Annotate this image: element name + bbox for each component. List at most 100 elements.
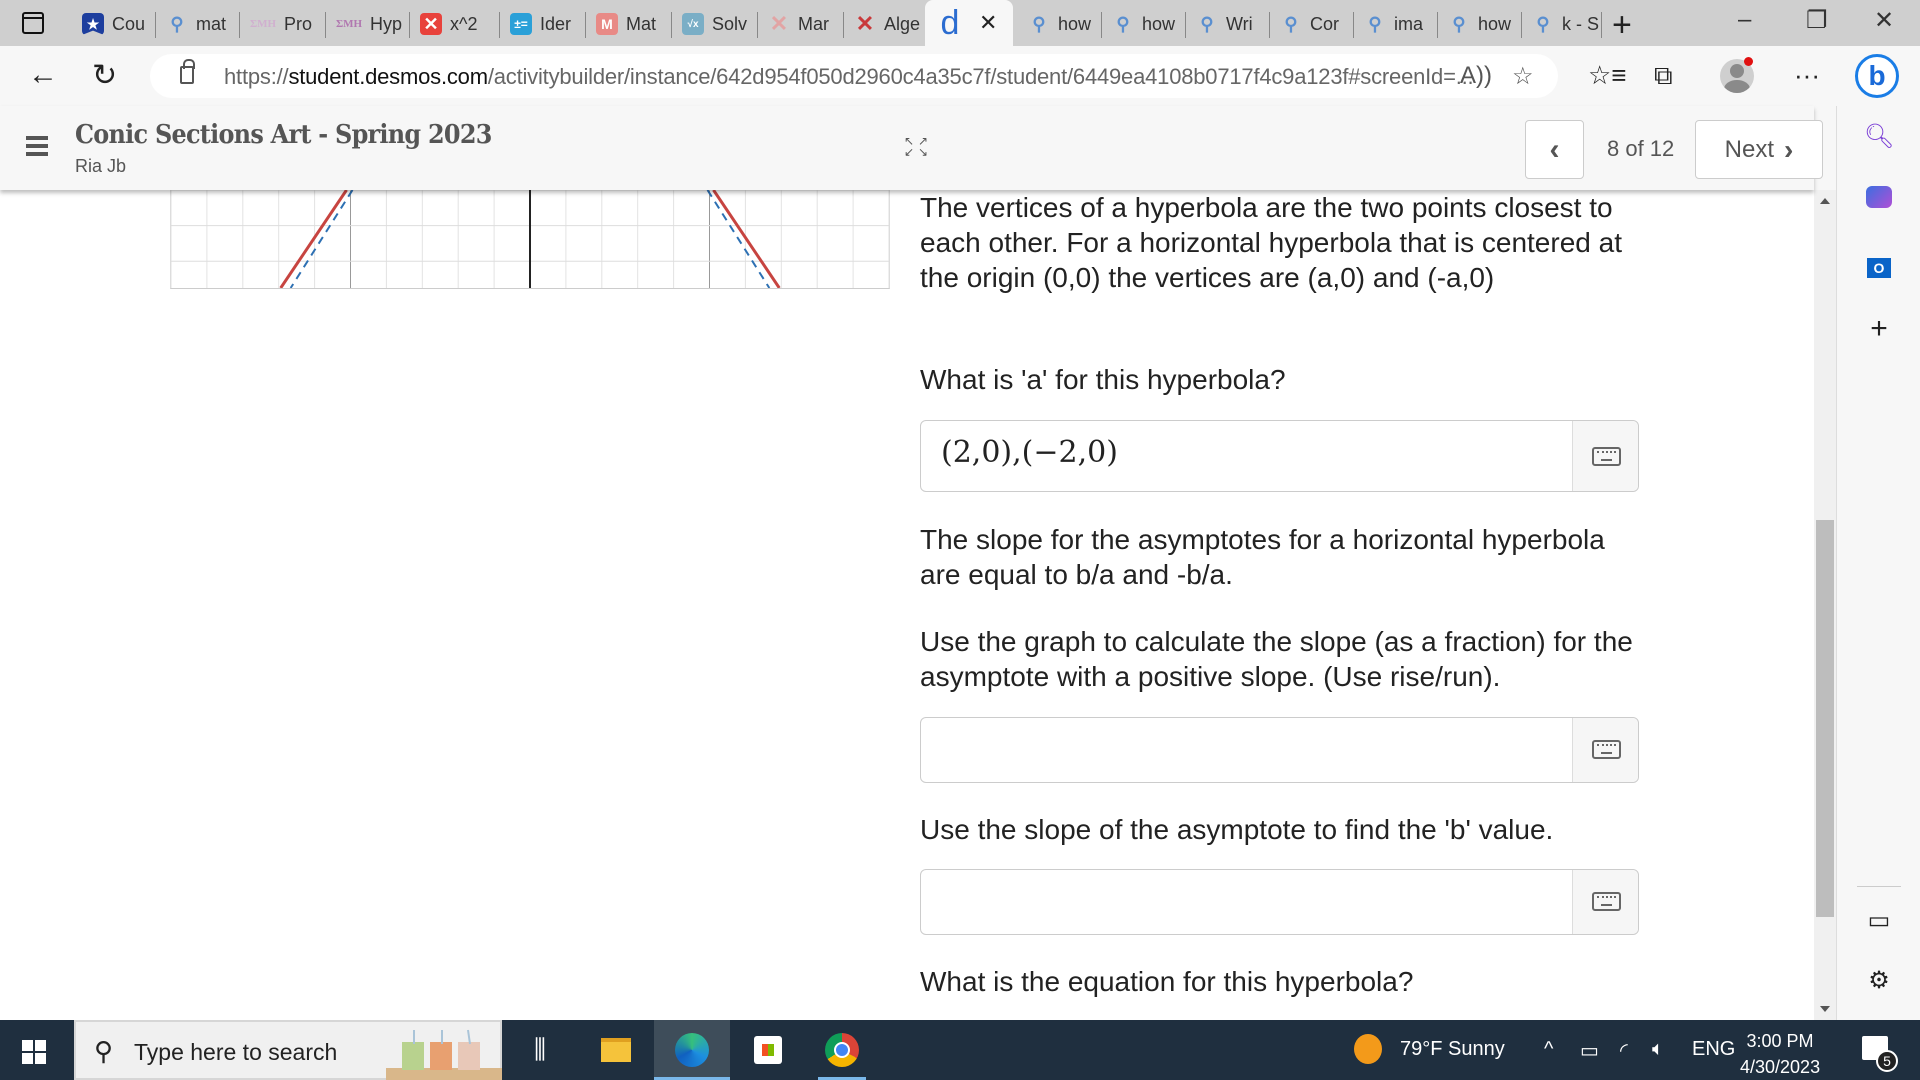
add-favorite-icon[interactable]: ☆ xyxy=(1512,62,1534,91)
sidebar-divider xyxy=(1857,886,1901,887)
tab-actions-icon[interactable] xyxy=(22,12,44,34)
answer-a-input[interactable]: (2,0),(−2,0) xyxy=(920,420,1639,492)
task-view-icon[interactable]: ⫼ xyxy=(502,1020,578,1080)
red-x-icon: ✕ xyxy=(420,13,442,35)
add-sidebar-app-button[interactable]: + xyxy=(1837,312,1920,346)
browser-tab[interactable]: ΣMH Pro xyxy=(240,8,326,40)
keyboard-icon xyxy=(1592,892,1621,911)
browser-tab[interactable]: ±= Ider xyxy=(500,8,586,40)
page-indicator: 8 of 12 xyxy=(1607,136,1675,161)
graph-canvas xyxy=(170,190,890,289)
fullscreen-icon[interactable]: ↖↗ ↙↘ xyxy=(904,135,930,160)
tab-label: Alge xyxy=(884,13,921,34)
refresh-icon[interactable]: ↻ xyxy=(92,58,117,93)
hyperbola-graph[interactable] xyxy=(170,190,890,289)
imh-icon: ΣMH xyxy=(249,18,277,30)
browser-toolbar: ← ↻ https://student.desmos.com/activityb… xyxy=(0,46,1920,106)
activity-header: Conic Sections Art - Spring 2023 Ria Jb … xyxy=(0,106,1823,190)
question-b-value: Use the slope of the asymptote to find t… xyxy=(920,814,1554,845)
search-icon: ⚲ xyxy=(1032,13,1046,34)
office-icon[interactable] xyxy=(1837,186,1920,215)
file-explorer-icon[interactable] xyxy=(578,1020,654,1080)
tab-label: Mat xyxy=(626,13,657,34)
weather-icon[interactable] xyxy=(1354,1034,1382,1070)
search-icon: ⚲ xyxy=(170,13,184,34)
browser-tab[interactable]: ✕ Alge xyxy=(844,8,924,40)
bing-chat-icon[interactable]: b xyxy=(1855,54,1899,98)
search-icon: ⚲ xyxy=(1452,13,1466,34)
keyboard-toggle-button[interactable] xyxy=(1572,421,1638,491)
menu-icon[interactable] xyxy=(26,136,48,156)
scroll-up-arrow[interactable] xyxy=(1820,198,1830,204)
browser-tab[interactable]: M Mat xyxy=(586,8,672,40)
browser-tab[interactable]: ✕ x^2 xyxy=(410,8,500,40)
browser-tab[interactable]: √x Solv xyxy=(672,8,758,40)
desmos-x-icon: ✕ xyxy=(769,11,789,36)
clock-date: 4/30/2023 xyxy=(1740,1057,1821,1077)
tab-label: x^2 xyxy=(450,13,478,34)
scroll-down-arrow[interactable] xyxy=(1820,1006,1830,1012)
search-icon: ⚲ xyxy=(1116,13,1130,34)
url-text[interactable]: https://student.desmos.com/activitybuild… xyxy=(224,64,1474,90)
wifi-icon[interactable]: ◜ xyxy=(1620,1038,1628,1063)
search-icon[interactable]: 🔍︎ xyxy=(1837,122,1920,151)
browser-tab[interactable]: ⚲ Cor xyxy=(1270,8,1354,40)
minimize-button[interactable]: – xyxy=(1738,6,1751,34)
new-tab-button[interactable]: + xyxy=(1612,6,1632,45)
maximize-button[interactable]: ❐ xyxy=(1806,6,1828,35)
keyboard-toggle-button[interactable] xyxy=(1572,718,1638,782)
active-tab-desmos[interactable]: d ✕ xyxy=(925,0,1013,46)
taskbar-clock[interactable]: 3:00 PM 4/30/2023 xyxy=(1740,1028,1820,1080)
answer-slope-input[interactable] xyxy=(920,717,1639,783)
tab-label: ima xyxy=(1394,13,1424,34)
activity-title: Conic Sections Art - Spring 2023 xyxy=(75,120,492,150)
scroll-thumb[interactable] xyxy=(1816,520,1834,917)
previous-screen-button[interactable]: ‹ xyxy=(1525,120,1584,179)
tab-label: Solv xyxy=(712,13,748,34)
tab-label: how xyxy=(1142,13,1176,34)
collections-icon[interactable]: ⧉ xyxy=(1654,60,1673,92)
favorites-icon[interactable]: ☆≡ xyxy=(1588,60,1626,91)
edge-sidebar: 🔍︎ O + ▭ ⚙ xyxy=(1836,106,1920,1020)
search-icon: ⚲ xyxy=(1200,13,1214,34)
windows-start-icon[interactable] xyxy=(22,1040,46,1064)
page-scrollbar[interactable] xyxy=(1814,190,1836,1020)
lock-icon[interactable] xyxy=(180,59,195,84)
battery-icon[interactable]: ▭ xyxy=(1580,1038,1599,1063)
weather-text[interactable]: 79°F Sunny xyxy=(1400,1038,1505,1061)
browser-tab[interactable]: ✕ Mar xyxy=(758,8,844,40)
volume-icon[interactable]: 🔈︎ xyxy=(1652,1038,1664,1061)
outlook-icon[interactable]: O xyxy=(1837,252,1920,280)
search-placeholder: Type here to search xyxy=(134,1039,338,1065)
back-arrow-icon[interactable]: ← xyxy=(28,58,58,92)
browser-tab[interactable]: ⚲ how xyxy=(1018,8,1102,40)
answer-b-input[interactable] xyxy=(920,869,1639,935)
more-menu-icon[interactable]: ··· xyxy=(1794,60,1820,91)
browser-tab[interactable]: ★ Cou xyxy=(72,8,156,40)
next-screen-button[interactable]: Next › xyxy=(1695,120,1823,179)
chrome-icon[interactable] xyxy=(804,1020,880,1080)
browser-tab[interactable]: ⚲ Wri xyxy=(1186,8,1270,40)
vertices-explanation: The vertices of a hyperbola are the two … xyxy=(920,192,1622,293)
answer-a-value: (2,0),(−2,0) xyxy=(941,435,1118,470)
tab-label: k - S xyxy=(1562,13,1600,34)
desmos-d-icon: d xyxy=(940,3,960,42)
show-hidden-icons[interactable]: ^ xyxy=(1544,1038,1553,1061)
taskbar-search[interactable]: ⚲ Type here to search xyxy=(74,1020,502,1080)
keyboard-toggle-button[interactable] xyxy=(1572,870,1638,934)
close-window-button[interactable]: ✕ xyxy=(1874,6,1894,35)
browser-tab[interactable]: ΣMH Hyp xyxy=(326,8,410,40)
microsoft-store-icon[interactable] xyxy=(730,1020,806,1080)
close-tab-icon[interactable]: ✕ xyxy=(979,10,997,36)
browser-tab[interactable]: ⚲ ima xyxy=(1354,8,1438,40)
browser-tab[interactable]: ⚲ how xyxy=(1102,8,1186,40)
address-bar[interactable]: https://student.desmos.com/activitybuild… xyxy=(150,54,1558,98)
edge-taskbar-icon[interactable] xyxy=(654,1020,730,1080)
browser-tab[interactable]: ⚲ k - S xyxy=(1522,8,1602,40)
settings-gear-icon[interactable]: ⚙ xyxy=(1837,966,1920,995)
browser-tab[interactable]: ⚲ how xyxy=(1438,8,1522,40)
read-aloud-icon[interactable]: A)) xyxy=(1460,62,1492,90)
language-indicator[interactable]: ENG xyxy=(1692,1038,1735,1061)
hide-sidebar-icon[interactable]: ▭ xyxy=(1837,906,1920,935)
browser-tab[interactable]: ⚲ mat xyxy=(156,8,240,40)
